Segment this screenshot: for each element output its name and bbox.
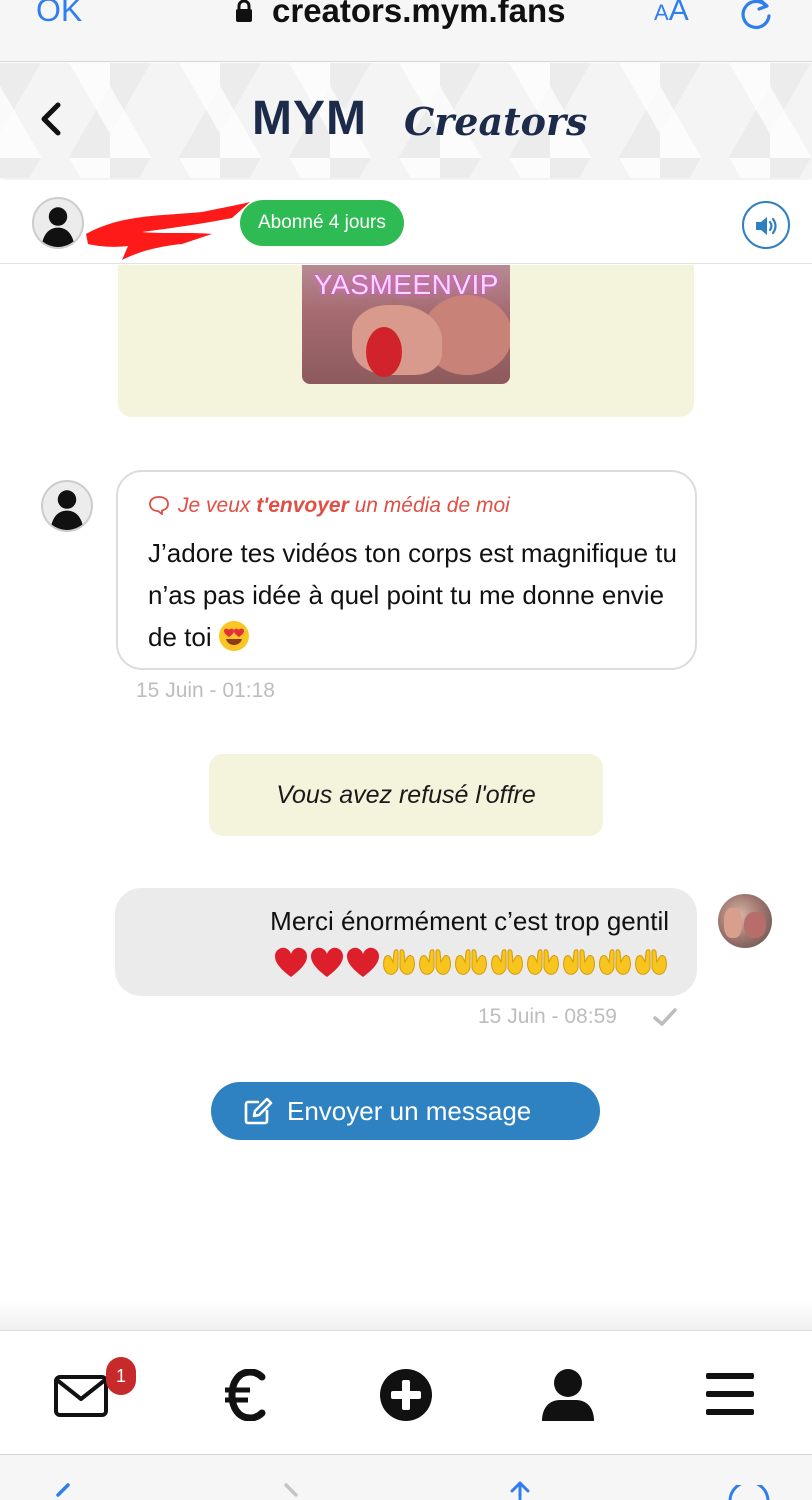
- browser-top-bar: OK creators.mym.fans AA: [0, 0, 812, 62]
- media-request-line: Je veux t'envoyer un média de moi: [148, 494, 510, 518]
- back-chevron-icon[interactable]: [36, 99, 66, 139]
- lock-icon: [236, 0, 252, 22]
- open-hands-emoji-icon: [383, 949, 415, 975]
- plus-circle-icon: [380, 1369, 432, 1421]
- red-heart-emoji-icon: [275, 947, 307, 977]
- speech-bubble-icon: [149, 496, 169, 515]
- check-icon: [653, 1008, 677, 1026]
- nav-item-profile[interactable]: [508, 1331, 628, 1455]
- open-hands-emoji-icon: [599, 949, 631, 975]
- browser-bottom-toolbar: [0, 1454, 812, 1500]
- media-message-card: YASMEENVIP: [118, 265, 694, 417]
- outgoing-message-time: 15 Juin - 08:59: [478, 1005, 617, 1028]
- user-silhouette-icon: [50, 490, 84, 530]
- nav-item-create[interactable]: [346, 1331, 466, 1455]
- redaction-scribble: [86, 202, 250, 260]
- nav-shadow: [0, 1300, 812, 1330]
- open-hands-emoji-icon: [635, 949, 667, 975]
- nav-item-earnings[interactable]: [184, 1331, 304, 1455]
- open-hands-emoji-icon: [491, 949, 523, 975]
- open-hands-emoji-icon: [419, 949, 451, 975]
- browser-back-icon[interactable]: [50, 1483, 74, 1500]
- app-header: MYM Creators: [0, 63, 812, 178]
- media-request-prefix: Je veux: [178, 494, 257, 517]
- media-request-bold: t'envoyer: [256, 494, 349, 517]
- reload-icon[interactable]: [738, 0, 774, 30]
- open-hands-emoji-icon: [455, 949, 487, 975]
- incoming-message-bubble: Je veux t'envoyer un média de moi J’ador…: [116, 470, 697, 670]
- page: OK creators.mym.fans AA MYM Creators Abo…: [0, 0, 812, 1500]
- text-size-small-glyph: A: [654, 0, 669, 25]
- user-icon: [542, 1369, 594, 1421]
- outgoing-emoji-row: [273, 946, 669, 980]
- my-avatar[interactable]: [718, 894, 772, 948]
- nav-item-menu[interactable]: [670, 1331, 790, 1455]
- open-hands-emoji-icon: [527, 949, 559, 975]
- send-message-button[interactable]: Envoyer un message: [211, 1082, 600, 1140]
- brand-logo: MYM: [252, 91, 367, 146]
- compass-icon[interactable]: [726, 1485, 772, 1500]
- browser-done-button[interactable]: OK: [36, 0, 82, 29]
- euro-icon: [225, 1369, 266, 1421]
- browser-url[interactable]: creators.mym.fans: [272, 0, 565, 30]
- share-icon[interactable]: [500, 1481, 540, 1500]
- sound-toggle-button[interactable]: [742, 201, 790, 249]
- text-size-big-glyph: A: [668, 0, 689, 27]
- outgoing-message-bubble: Merci énormément c’est trop gentil: [115, 888, 697, 996]
- send-message-label: Envoyer un message: [287, 1096, 532, 1126]
- brand-logo-text: MYM: [252, 92, 367, 145]
- open-hands-emoji-icon: [563, 949, 595, 975]
- edit-icon: [244, 1097, 273, 1125]
- incoming-message-text: J’adore tes vidéos ton corps est magnifi…: [148, 532, 678, 658]
- conversation-contact-bar: Abonné 4 jours: [0, 180, 812, 264]
- avatar-shape: [724, 908, 742, 938]
- incoming-message-time: 15 Juin - 01:18: [136, 679, 275, 702]
- offer-declined-note: Vous avez refusé l'offre: [209, 754, 603, 836]
- media-thumbnail[interactable]: YASMEENVIP: [302, 265, 510, 384]
- avatar-shape: [744, 912, 766, 938]
- red-heart-emoji-icon: [311, 947, 343, 977]
- contact-avatar[interactable]: [32, 197, 84, 249]
- brand-subtitle: Creators: [404, 99, 588, 144]
- nav-item-messages[interactable]: 1: [20, 1331, 140, 1455]
- red-heart-emoji-icon: [347, 947, 379, 977]
- outgoing-message-text: Merci énormément c’est trop gentil: [270, 906, 669, 936]
- heart-eyes-emoji-icon: [218, 621, 249, 651]
- media-watermark: YASMEENVIP: [314, 269, 499, 300]
- envelope-icon: [54, 1375, 108, 1417]
- hamburger-icon: [706, 1373, 754, 1415]
- speaker-icon: [756, 217, 777, 235]
- unread-badge: 1: [106, 1357, 136, 1395]
- media-request-suffix: un média de moi: [348, 494, 510, 517]
- user-silhouette-icon: [41, 207, 75, 247]
- bottom-navigation: 1: [0, 1330, 812, 1454]
- thumbnail-shape: [366, 327, 402, 377]
- sender-avatar[interactable]: [41, 480, 93, 532]
- subscription-badge: Abonné 4 jours: [240, 200, 404, 246]
- text-size-button[interactable]: AA: [654, 0, 689, 28]
- browser-forward-icon[interactable]: [280, 1483, 304, 1500]
